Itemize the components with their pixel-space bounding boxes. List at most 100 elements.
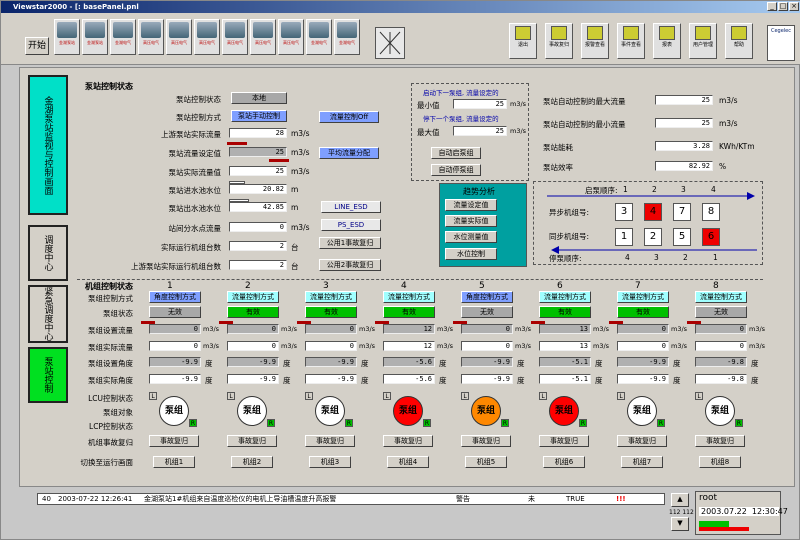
max-value[interactable]: 25	[453, 126, 507, 136]
maximize-button[interactable]: □	[778, 2, 788, 11]
right-info-value-0[interactable]: 25	[655, 95, 713, 105]
unit-mode-6[interactable]: 流量控制方式	[617, 291, 669, 303]
unit-set-flow-5[interactable]: 13	[539, 324, 591, 334]
trend-flow-actual[interactable]: 流量实际值	[445, 215, 497, 227]
unit-pump-object-1[interactable]: 泵组	[237, 396, 267, 426]
unit-goto-4[interactable]: 机组5	[465, 456, 507, 468]
unit-set-flow-4[interactable]: 0	[461, 324, 513, 334]
sidebar-item-dispatch[interactable]: 调度中心	[28, 225, 68, 281]
unit-goto-7[interactable]: 机组8	[699, 456, 741, 468]
ps-value-4[interactable]: 25	[229, 166, 287, 176]
unit-goto-2[interactable]: 机组3	[309, 456, 351, 468]
toolbar-button-7[interactable]: 高压电气	[250, 19, 276, 55]
unit-mode-4[interactable]: 角度控制方式	[461, 291, 513, 303]
ps-value-7[interactable]: 0	[229, 222, 287, 232]
unit-pump-object-0[interactable]: 泵组	[159, 396, 189, 426]
toolbar-button-8[interactable]: 高压电气	[278, 19, 304, 55]
unit-set-angle-3[interactable]: -5.6	[383, 357, 435, 367]
scroll-down-button[interactable]: ▼	[671, 517, 689, 531]
ps-value-3[interactable]: 25	[229, 147, 287, 157]
ps-value-5[interactable]: 20.82	[229, 184, 287, 194]
unit-mode-3[interactable]: 流量控制方式	[383, 291, 435, 303]
unit-pump-object-4[interactable]: 泵组	[471, 396, 501, 426]
unit-set-angle-4[interactable]: -9.9	[461, 357, 513, 367]
toolbar-right-button-5[interactable]: 用户管理	[689, 23, 717, 59]
line-esd-button[interactable]: LINE_ESD	[321, 201, 381, 213]
minimize-button[interactable]: _	[767, 2, 777, 11]
unit-set-flow-3[interactable]: 12	[383, 324, 435, 334]
auto-stop-button[interactable]: 自动停泵组	[431, 164, 481, 176]
start-button[interactable]: 开始	[25, 37, 49, 55]
sidebar-item-pump-control[interactable]: 泵站控制	[28, 347, 68, 403]
unit-reset-3[interactable]: 事故复归	[383, 435, 433, 447]
toolbar-right-button-3[interactable]: 事件查看	[617, 23, 645, 59]
unit-reset-6[interactable]: 事故复归	[617, 435, 667, 447]
auto-start-button[interactable]: 自动启泵组	[431, 147, 481, 159]
right-info-value-1[interactable]: 25	[655, 118, 713, 128]
toolbar-button-5[interactable]: 高压电气	[194, 19, 220, 55]
ps-value-6[interactable]: 42.85	[229, 202, 287, 212]
ps-value-2[interactable]: 28	[229, 128, 287, 138]
ps-value-9[interactable]: 2	[229, 260, 287, 270]
unit-goto-5[interactable]: 机组6	[543, 456, 585, 468]
unit-pump-object-2[interactable]: 泵组	[315, 396, 345, 426]
unit-reset-2[interactable]: 事故复归	[305, 435, 355, 447]
scroll-up-button[interactable]: ▲	[671, 493, 689, 507]
unit-mode-5[interactable]: 流量控制方式	[539, 291, 591, 303]
right-info-value-3[interactable]: 82.92	[655, 161, 713, 171]
unit-mode-1[interactable]: 流量控制方式	[227, 291, 279, 303]
toolbar-right-button-1[interactable]: 事故复归	[545, 23, 573, 59]
unit-goto-0[interactable]: 机组1	[153, 456, 195, 468]
min-value[interactable]: 25	[453, 99, 507, 109]
toolbar-button-0[interactable]: 金湖泵站	[54, 19, 80, 55]
public2-reset-button[interactable]: 公用2事故复归	[319, 259, 381, 271]
trend-flow-setpoint[interactable]: 流量设定值	[445, 199, 497, 211]
toolbar-button-2[interactable]: 金湖电气	[110, 19, 136, 55]
toolbar-button-3[interactable]: 高压电气	[138, 19, 164, 55]
toolbar-right-button-2[interactable]: 报警查看	[581, 23, 609, 59]
unit-pump-object-6[interactable]: 泵组	[627, 396, 657, 426]
unit-reset-0[interactable]: 事故复归	[149, 435, 199, 447]
toolbar-button-1[interactable]: 金湖泵站	[82, 19, 108, 55]
unit-set-angle-2[interactable]: -9.9	[305, 357, 357, 367]
unit-pump-object-5[interactable]: 泵组	[549, 396, 579, 426]
unit-mode-7[interactable]: 流量控制方式	[695, 291, 747, 303]
unit-reset-1[interactable]: 事故复归	[227, 435, 277, 447]
public1-reset-button[interactable]: 公用1事故复归	[319, 237, 381, 249]
unit-set-angle-6[interactable]: -9.9	[617, 357, 669, 367]
trend-level-control[interactable]: 水位控制	[445, 248, 497, 260]
ps-value-1[interactable]: 泵站手动控制	[231, 110, 287, 122]
ps-esd-button[interactable]: PS_ESD	[321, 219, 381, 231]
unit-mode-0[interactable]: 角度控制方式	[149, 291, 201, 303]
unit-set-angle-1[interactable]: -9.9	[227, 357, 279, 367]
ps-value-8[interactable]: 2	[229, 241, 287, 251]
unit-reset-5[interactable]: 事故复归	[539, 435, 589, 447]
unit-set-flow-1[interactable]: 0	[227, 324, 279, 334]
unit-set-angle-0[interactable]: -9.9	[149, 357, 201, 367]
toolbar-button-6[interactable]: 高压电气	[222, 19, 248, 55]
toolbar-button-10[interactable]: 金湖电气	[334, 19, 360, 55]
flow-control-off-button[interactable]: 流量控制Off	[319, 111, 379, 123]
unit-set-flow-0[interactable]: 0	[149, 324, 201, 334]
unit-reset-4[interactable]: 事故复归	[461, 435, 511, 447]
unit-pump-object-7[interactable]: 泵组	[705, 396, 735, 426]
unit-set-flow-6[interactable]: 0	[617, 324, 669, 334]
unit-set-angle-7[interactable]: -9.8	[695, 357, 747, 367]
unit-goto-3[interactable]: 机组4	[387, 456, 429, 468]
unit-goto-1[interactable]: 机组2	[231, 456, 273, 468]
unit-mode-2[interactable]: 流量控制方式	[305, 291, 357, 303]
unit-set-flow-2[interactable]: 0	[305, 324, 357, 334]
unit-set-flow-7[interactable]: 0	[695, 324, 747, 334]
avg-flow-button[interactable]: 平均流量分配	[319, 147, 379, 159]
unit-pump-object-3[interactable]: 泵组	[393, 396, 423, 426]
toolbar-right-button-6[interactable]: 帮助	[725, 23, 753, 59]
network-icon[interactable]	[375, 27, 405, 59]
toolbar-right-button-4[interactable]: 报表	[653, 23, 681, 59]
close-button[interactable]: ×	[789, 2, 799, 11]
sidebar-item-emergency[interactable]: 紧急调度中心	[28, 285, 68, 343]
unit-goto-6[interactable]: 机组7	[621, 456, 663, 468]
unit-reset-7[interactable]: 事故复归	[695, 435, 745, 447]
right-info-value-2[interactable]: 3.28	[655, 141, 713, 151]
unit-set-angle-5[interactable]: -5.1	[539, 357, 591, 367]
toolbar-button-9[interactable]: 金湖电气	[306, 19, 332, 55]
